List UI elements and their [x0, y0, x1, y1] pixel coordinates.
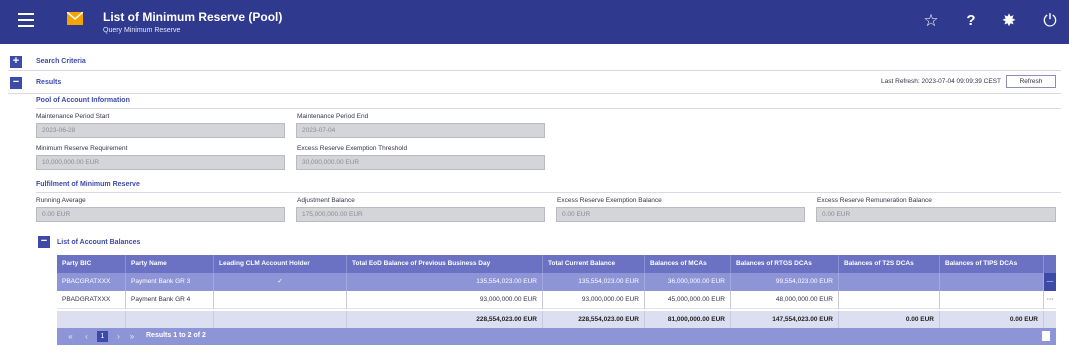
- star-icon[interactable]: ☆: [921, 11, 941, 31]
- adjustment-balance-label: Adjustment Balance: [297, 197, 355, 204]
- last-page-icon[interactable]: »: [127, 331, 137, 342]
- cell-total-current: 93,000,000.00 EUR: [543, 291, 645, 309]
- total-mcas: 81,000,000.00 EUR: [645, 311, 731, 329]
- collapse-balances-button[interactable]: −: [38, 236, 50, 248]
- cell-leading-holder: [214, 291, 347, 309]
- divider: [36, 108, 1061, 109]
- collapse-results-button[interactable]: −: [10, 77, 22, 89]
- cell-mcas: 36,000,000.00 EUR: [645, 273, 731, 291]
- cell-party-name: Payment Bank GR 4: [126, 291, 214, 309]
- adjustment-balance-field: 175,000,000.00 EUR: [296, 207, 545, 222]
- cell-total-eod: 93,000,000.00 EUR: [347, 291, 543, 309]
- col-total-eod[interactable]: Total EoD Balance of Previous Business D…: [347, 255, 543, 273]
- mail-icon[interactable]: [67, 12, 83, 25]
- help-icon[interactable]: ?: [961, 11, 981, 31]
- results-title: Results: [36, 79, 62, 86]
- cell-party-name: Payment Bank GR 3: [126, 273, 214, 291]
- expand-search-criteria-button[interactable]: +: [10, 56, 22, 68]
- total-rtgs: 147,554,023.00 EUR: [731, 311, 839, 329]
- menu-icon[interactable]: [18, 13, 34, 27]
- search-criteria-title[interactable]: Search Criteria: [36, 58, 86, 65]
- cell-total-current: 135,554,023.00 EUR: [543, 273, 645, 291]
- cell-tips: [940, 291, 1044, 309]
- col-mcas[interactable]: Balances of MCAs: [645, 255, 731, 273]
- pool-section-title: Pool of Account Information: [36, 97, 130, 104]
- col-tips[interactable]: Balances of TIPS DCAs: [940, 255, 1044, 273]
- exemption-threshold-field: 30,000,000.00 EUR: [296, 155, 545, 170]
- refresh-button[interactable]: Refresh: [1006, 75, 1056, 88]
- cell-party-bic: PBACGRATXXX: [57, 273, 126, 291]
- cell-t2s: [839, 273, 940, 291]
- col-leading-holder[interactable]: Leading CLM Account Holder: [214, 255, 347, 273]
- cell-rtgs: 99,554,023.00 EUR: [731, 273, 839, 291]
- first-page-icon[interactable]: «: [65, 331, 76, 342]
- col-party-name[interactable]: Party Name: [126, 255, 214, 273]
- cell-tips: [940, 273, 1044, 291]
- running-average-field: 0.00 EUR: [36, 207, 285, 222]
- page-1-button[interactable]: 1: [97, 331, 108, 342]
- gear-icon[interactable]: ✸: [999, 11, 1019, 31]
- row-action-icon[interactable]: —: [1044, 273, 1056, 291]
- prev-page-icon[interactable]: ‹: [81, 331, 92, 342]
- results-summary: Results 1 to 2 of 2: [146, 332, 206, 339]
- cell-rtgs: 48,000,000.00 EUR: [731, 291, 839, 309]
- top-bar: List of Minimum Reserve (Pool) Query Min…: [0, 0, 1069, 44]
- running-average-label: Running Average: [36, 197, 86, 204]
- total-empty: [57, 311, 126, 329]
- last-refresh-text: Last Refresh: 2023-07-04 09:09:39 CEST: [881, 78, 1001, 85]
- pagination-bar: « ‹ 1 › » Results 1 to 2 of 2: [57, 328, 1056, 345]
- page-title: List of Minimum Reserve (Pool): [103, 10, 283, 24]
- total-t2s: 0.00 EUR: [839, 311, 940, 329]
- exemption-balance-label: Excess Reserve Exemption Balance: [557, 197, 662, 204]
- col-total-current[interactable]: Total Current Balance: [543, 255, 645, 273]
- divider: [36, 192, 1061, 193]
- period-start-label: Maintenance Period Start: [36, 113, 110, 120]
- fulfilment-section-title: Fulfilment of Minimum Reserve: [36, 181, 140, 188]
- table-row[interactable]: PBACGRATXXX Payment Bank GR 3 ✓ 135,554,…: [57, 273, 1056, 291]
- exemption-balance-field: 0.00 EUR: [556, 207, 805, 222]
- row-menu-icon[interactable]: ⋯: [1044, 291, 1056, 309]
- next-page-icon[interactable]: ›: [113, 331, 124, 342]
- table-header: Party BIC Party Name Leading CLM Account…: [57, 255, 1056, 273]
- period-start-field: 2023-06-28: [36, 123, 285, 138]
- divider: [8, 70, 1061, 71]
- table-row[interactable]: PBADGRATXXX Payment Bank GR 4 93,000,000…: [57, 291, 1056, 309]
- min-reserve-field: 10,000,000.00 EUR: [36, 155, 285, 170]
- col-actions: [1044, 255, 1056, 273]
- col-party-bic[interactable]: Party BIC: [57, 255, 126, 273]
- balances-section-title: List of Account Balances: [57, 239, 141, 246]
- total-empty: [1044, 311, 1056, 329]
- total-empty: [126, 311, 214, 329]
- col-rtgs[interactable]: Balances of RTGS DCAs: [731, 255, 839, 273]
- totals-row: 228,554,023.00 EUR 228,554,023.00 EUR 81…: [57, 311, 1056, 329]
- check-icon: ✓: [214, 273, 347, 291]
- period-end-label: Maintenance Period End: [297, 113, 369, 120]
- cell-party-bic: PBADGRATXXX: [57, 291, 126, 309]
- remuneration-balance-field: 0.00 EUR: [816, 207, 1056, 222]
- page-subtitle: Query Minimum Reserve: [103, 27, 181, 34]
- divider: [8, 93, 1061, 94]
- search-criteria-section: + Search Criteria: [8, 54, 1061, 70]
- min-reserve-label: Minimum Reserve Requirement: [36, 145, 128, 152]
- exemption-threshold-label: Excess Reserve Exemption Threshold: [297, 145, 408, 152]
- total-empty: [214, 311, 347, 329]
- total-eod: 228,554,023.00 EUR: [347, 311, 543, 329]
- power-icon[interactable]: ⏻: [1040, 11, 1060, 31]
- cell-total-eod: 135,554,023.00 EUR: [347, 273, 543, 291]
- cell-t2s: [839, 291, 940, 309]
- export-icon[interactable]: [1042, 331, 1050, 341]
- remuneration-balance-label: Excess Reserve Remuneration Balance: [817, 197, 932, 204]
- cell-mcas: 45,000,000.00 EUR: [645, 291, 731, 309]
- total-current: 228,554,023.00 EUR: [543, 311, 645, 329]
- total-tips: 0.00 EUR: [940, 311, 1044, 329]
- period-end-field: 2023-07-04: [296, 123, 545, 138]
- col-t2s[interactable]: Balances of T2S DCAs: [839, 255, 940, 273]
